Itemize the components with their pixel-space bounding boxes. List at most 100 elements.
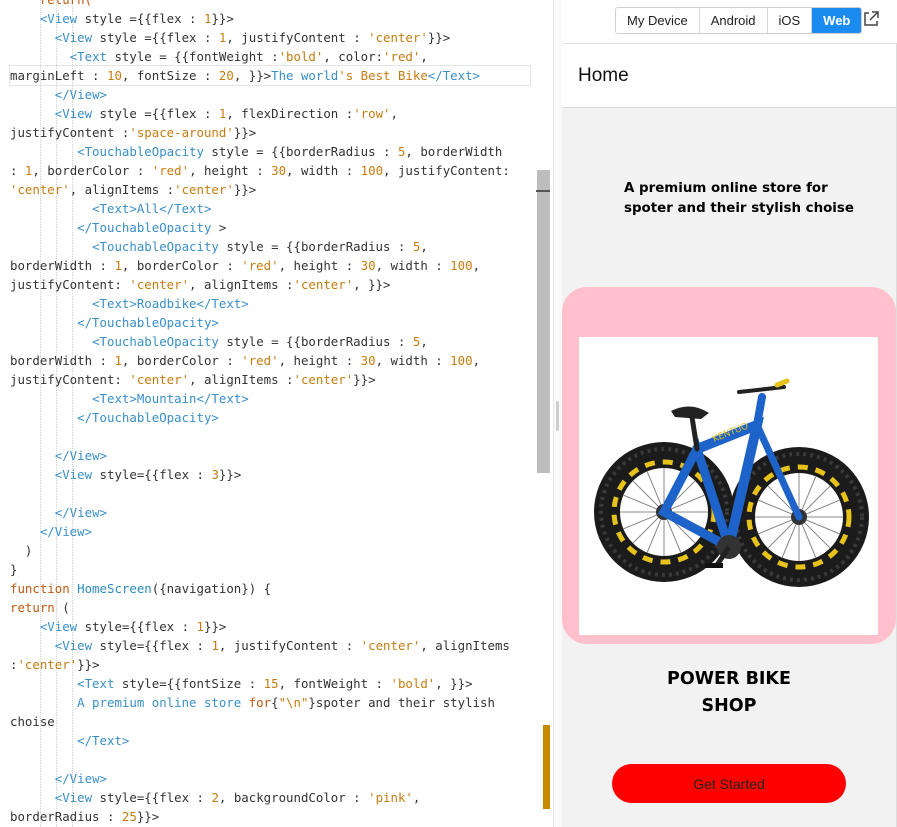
code-line[interactable]: ) xyxy=(10,541,530,560)
code-token: </View> xyxy=(54,448,107,463)
code-line[interactable]: : 1, borderColor : 'red', height : 30, w… xyxy=(10,161,530,180)
code-token: 20 xyxy=(218,68,234,83)
code-line[interactable]: </View> xyxy=(10,446,530,465)
code-line[interactable]: <View style ={{flex : 1}}> xyxy=(10,9,530,28)
get-started-button[interactable]: Get Started xyxy=(612,764,846,803)
code-line[interactable]: justifyContent: 'center', alignItems :'c… xyxy=(10,275,530,294)
code-line[interactable]: </View> xyxy=(10,769,530,788)
code-line[interactable]: <View style={{flex : 2, backgroundColor … xyxy=(10,788,530,807)
code-line[interactable]: <View style={{flex : 1, justifyContent :… xyxy=(10,636,530,655)
code-token: , xyxy=(420,239,428,254)
code-token: function xyxy=(10,581,78,596)
code-line[interactable]: <Text style={{fontSize : 15, fontWeight … xyxy=(10,674,530,693)
tab-web[interactable]: Web xyxy=(812,8,862,33)
code-editor[interactable]: return( <View style ={{flex : 1}}> <View… xyxy=(0,0,553,827)
code-token: 'center' xyxy=(174,182,234,197)
code-line[interactable]: </TouchableOpacity> xyxy=(10,313,530,332)
code-token: <TouchableOpacity xyxy=(92,334,219,349)
code-token: </Text> xyxy=(77,733,130,748)
code-line[interactable]: marginLeft : 10, fontSize : 20, }}>The w… xyxy=(9,65,531,86)
code-token: style = {{borderRadius : xyxy=(218,334,413,349)
code-token: marginLeft : xyxy=(10,68,107,83)
code-line[interactable]: return( xyxy=(10,0,530,9)
shop-title: POWER BIKE SHOP xyxy=(667,669,791,716)
code-token: , borderWidth xyxy=(405,144,503,159)
code-token: 2 xyxy=(211,790,219,805)
code-line[interactable]: <View style={{flex : 1}}> xyxy=(10,617,530,636)
code-token: 100 xyxy=(360,163,384,178)
code-line[interactable]: return ( xyxy=(10,598,530,617)
platform-tabs: My Device Android iOS Web xyxy=(615,7,863,34)
code-lines[interactable]: return( <View style ={{flex : 1}}> <View… xyxy=(9,0,531,826)
code-line[interactable]: </View> xyxy=(10,85,530,104)
code-token: }}> xyxy=(218,467,242,482)
code-token: <View xyxy=(39,619,78,634)
code-line[interactable]: function HomeScreen({navigation}) { xyxy=(10,579,530,598)
tab-android[interactable]: Android xyxy=(699,8,768,33)
code-line[interactable]: <View style ={{flex : 1, flexDirection :… xyxy=(10,104,530,123)
code-token: , height : xyxy=(278,353,361,368)
code-line[interactable]: A premium online store for{"\n"}spoter a… xyxy=(10,693,530,712)
code-line[interactable]: justifyContent: 'center', alignItems :'c… xyxy=(10,370,530,389)
code-token: 30 xyxy=(360,353,376,368)
code-line[interactable]: <Text>All</Text> xyxy=(10,199,530,218)
code-token: <Text> xyxy=(92,391,137,406)
code-line[interactable]: </View> xyxy=(10,522,530,541)
code-token: 1 xyxy=(211,638,219,653)
code-line[interactable]: <TouchableOpacity style = {{borderRadius… xyxy=(10,237,530,256)
code-line[interactable]: <Text>Mountain</Text> xyxy=(10,389,530,408)
code-line[interactable]: <TouchableOpacity style = {{borderRadius… xyxy=(10,142,530,161)
code-line[interactable]: <Text style = {{fontWeight :'bold', colo… xyxy=(10,47,530,66)
code-token: }}> xyxy=(233,182,257,197)
code-line[interactable]: <View style={{flex : 3}}> xyxy=(10,465,530,484)
code-token: 10 xyxy=(106,68,122,83)
code-token: 'center' xyxy=(293,372,354,387)
tab-my-device[interactable]: My Device xyxy=(616,8,700,33)
code-line[interactable] xyxy=(10,484,530,503)
code-token: The world xyxy=(271,68,339,83)
code-line[interactable]: borderRadius : 25}}> xyxy=(10,807,530,826)
code-line[interactable]: choise xyxy=(10,712,530,731)
code-token: "\n" xyxy=(278,695,309,710)
external-link-icon[interactable] xyxy=(862,10,880,28)
code-token: , width : xyxy=(375,353,451,368)
code-token: </Text> xyxy=(427,68,481,83)
code-line[interactable]: </Text> xyxy=(10,731,530,750)
code-line[interactable]: <TouchableOpacity style = {{borderRadius… xyxy=(10,332,530,351)
editor-scrollbar-thumb[interactable] xyxy=(537,170,550,473)
code-line[interactable] xyxy=(10,750,530,769)
code-line[interactable]: <View style ={{flex : 1, justifyContent … xyxy=(10,28,530,47)
code-line[interactable]: borderWidth : 1, borderColor : 'red', he… xyxy=(10,351,530,370)
code-line[interactable]: borderWidth : 1, borderColor : 'red', he… xyxy=(10,256,530,275)
code-token: { xyxy=(271,695,279,710)
code-token: , borderColor : xyxy=(32,163,152,178)
code-line[interactable]: :'center'}}> xyxy=(10,655,530,674)
code-line[interactable]: } xyxy=(10,560,530,579)
code-line[interactable]: </TouchableOpacity > xyxy=(10,218,530,237)
code-token: 30 xyxy=(271,163,287,178)
splitter-grip-icon[interactable] xyxy=(556,401,559,431)
code-line[interactable]: <Text>Roadbike</Text> xyxy=(10,294,530,313)
code-token: <Text> xyxy=(92,201,137,216)
code-line[interactable] xyxy=(10,427,530,446)
code-line[interactable]: </View> xyxy=(10,503,530,522)
code-token: , xyxy=(472,258,481,273)
code-token: , height : xyxy=(278,258,361,273)
code-token: , height : xyxy=(189,163,272,178)
code-token: , xyxy=(390,106,398,121)
bike-image: KENTUO xyxy=(579,337,878,635)
code-token: , alignItems : xyxy=(189,277,294,292)
code-line[interactable]: 'center', alignItems :'center'}}> xyxy=(10,180,530,199)
code-token: , }}> xyxy=(233,68,272,83)
navigation-header: Home xyxy=(562,44,896,108)
code-token: }}> xyxy=(136,809,160,824)
code-line[interactable]: </TouchableOpacity> xyxy=(10,408,530,427)
code-token: Roadbike xyxy=(136,296,197,311)
code-line[interactable]: justifyContent :'space-around'}}> xyxy=(10,123,530,142)
code-token: > xyxy=(211,220,227,235)
tab-ios[interactable]: iOS xyxy=(767,8,813,33)
